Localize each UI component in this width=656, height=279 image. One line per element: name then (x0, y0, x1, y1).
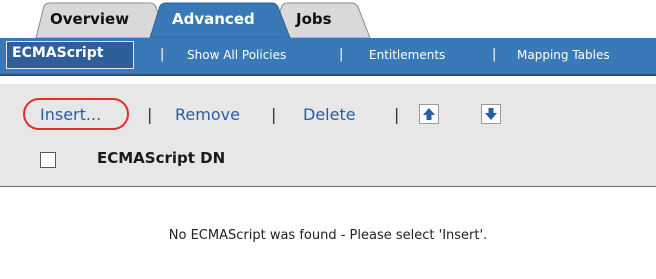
action-separator: | (271, 105, 277, 124)
move-up-button[interactable] (419, 104, 439, 124)
subnav-separator: | (339, 47, 344, 62)
action-panel: Insert... | Remove | Delete | ECMAScript… (0, 84, 656, 187)
subnav-item-mapping-tables[interactable]: Mapping Tables (517, 48, 610, 62)
select-all-checkbox[interactable] (40, 152, 56, 168)
empty-state-message: No ECMAScript was found - Please select … (168, 228, 488, 243)
sub-navigation: ECMAScript | Show All Policies | Entitle… (0, 38, 656, 76)
insert-link[interactable]: Insert... (40, 105, 101, 124)
tab-bar: Overview Advanced Jobs (0, 0, 656, 38)
arrow-up-icon (423, 108, 435, 120)
tab-overview[interactable]: Overview (50, 10, 129, 28)
subnav-item-ecmascript[interactable]: ECMAScript (12, 45, 103, 61)
remove-link[interactable]: Remove (175, 105, 240, 124)
action-separator: | (394, 105, 400, 124)
action-separator: | (147, 105, 153, 124)
column-header-ecmascript-dn[interactable]: ECMAScript DN (97, 149, 225, 167)
subnav-separator: | (492, 47, 497, 62)
tab-advanced[interactable]: Advanced (172, 10, 255, 28)
delete-link[interactable]: Delete (303, 105, 356, 124)
move-down-button[interactable] (481, 104, 501, 124)
subnav-item-show-all-policies[interactable]: Show All Policies (187, 48, 286, 62)
subnav-separator: | (160, 47, 165, 62)
tab-jobs[interactable]: Jobs (296, 10, 332, 28)
subnav-item-entitlements[interactable]: Entitlements (369, 48, 445, 62)
arrow-down-icon (485, 108, 497, 120)
